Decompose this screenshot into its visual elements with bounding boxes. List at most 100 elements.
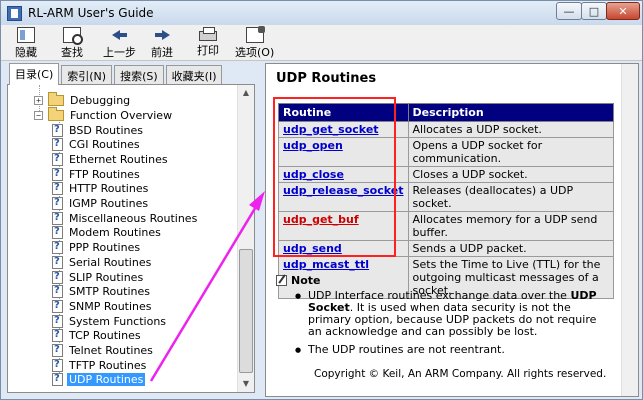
tree-item-label: CGI Routines xyxy=(69,138,140,152)
tree-scrollbar[interactable]: ▲ ▼ xyxy=(237,85,254,392)
tree-item-label: HTTP Routines xyxy=(69,182,149,196)
collapse-toggle[interactable]: − xyxy=(34,110,43,120)
tree-item[interactable]: System Functions xyxy=(52,314,168,328)
print-button[interactable]: 打印 xyxy=(197,27,219,58)
tree-folder-function-overview[interactable]: − Function Overview xyxy=(34,106,174,122)
help-page-icon xyxy=(52,285,63,299)
tab-index[interactable]: 索引(N) xyxy=(61,65,113,85)
help-page-icon xyxy=(52,314,63,328)
folder-icon xyxy=(48,91,64,106)
tree-item-label: SMTP Routines xyxy=(69,285,151,299)
tree-item[interactable]: CGI Routines xyxy=(52,138,142,152)
routine-description: Opens a UDP socket for communication. xyxy=(407,137,614,167)
help-page-icon xyxy=(52,270,63,284)
hide-label: 隐藏 xyxy=(15,46,37,59)
find-button[interactable]: 查找 xyxy=(61,27,83,60)
minimize-button[interactable]: — xyxy=(556,2,582,20)
tree-item[interactable]: UDP Routines xyxy=(52,373,146,387)
tree-item[interactable]: HTTP Routines xyxy=(52,182,150,196)
note-list: UDP Interface routines exchange data ove… xyxy=(294,290,612,362)
help-page-icon xyxy=(52,211,63,225)
routine-description: Allocates a UDP socket. xyxy=(407,121,614,138)
routine-description: Releases (deallocates) a UDP socket. xyxy=(407,182,614,212)
tree-item-label: PPP Routines xyxy=(69,241,141,255)
tree-item[interactable]: Modem Routines xyxy=(52,226,163,240)
tab-contents[interactable]: 目录(C) xyxy=(9,63,60,85)
tree-item[interactable]: PPP Routines xyxy=(52,241,142,255)
help-page-icon xyxy=(52,182,63,196)
maximize-button[interactable]: □ xyxy=(581,2,607,20)
tree-folder-debugging[interactable]: + Debugging xyxy=(34,91,132,107)
help-page-icon xyxy=(52,329,63,343)
tree-item-label: Modem Routines xyxy=(69,226,161,240)
tab-search[interactable]: 搜索(S) xyxy=(114,65,164,85)
scroll-thumb[interactable] xyxy=(239,249,253,373)
tree-item-label: SNMP Routines xyxy=(69,299,152,313)
routine-link[interactable]: udp_mcast_ttl xyxy=(283,258,369,271)
tree-item-label: Ethernet Routines xyxy=(69,152,168,166)
tree-item[interactable]: TFTP Routines xyxy=(52,358,148,372)
routine-description: Allocates memory for a UDP send buffer. xyxy=(407,211,614,241)
help-page-icon xyxy=(52,344,63,357)
close-button[interactable]: ✕ xyxy=(606,2,640,20)
help-page-icon xyxy=(52,197,63,210)
hide-icon xyxy=(17,27,35,43)
tree-item-label: System Functions xyxy=(69,314,167,328)
tab-favorites[interactable]: 收藏夹(I) xyxy=(165,65,223,85)
back-icon xyxy=(111,27,129,43)
hide-button[interactable]: 隐藏 xyxy=(15,27,37,60)
find-icon xyxy=(63,27,83,45)
help-page-icon xyxy=(52,299,63,313)
table-header-description: Description xyxy=(407,103,614,122)
expand-toggle[interactable]: + xyxy=(34,95,43,105)
title-bar[interactable]: RL-ARM User's Guide — □ ✕ xyxy=(1,1,642,25)
note-heading: Note xyxy=(276,274,320,287)
tree-item[interactable]: IGMP Routines xyxy=(52,197,150,211)
back-label: 上一步 xyxy=(103,46,136,59)
help-app-icon xyxy=(7,5,22,21)
tree-item[interactable]: TCP Routines xyxy=(52,329,143,343)
note-item: The UDP routines are not reentrant. xyxy=(294,344,612,357)
tree-item-label: SLIP Routines xyxy=(69,270,144,284)
tree-item[interactable]: SLIP Routines xyxy=(52,270,145,284)
content-scrollbar[interactable] xyxy=(621,64,638,396)
tree-item[interactable]: SMTP Routines xyxy=(52,285,152,299)
print-label: 打印 xyxy=(197,44,219,57)
tree-item[interactable]: Miscellaneous Routines xyxy=(52,211,199,225)
annotation-highlight-box xyxy=(273,97,396,257)
open-folder-icon xyxy=(48,106,64,121)
tree-item[interactable]: BSD Routines xyxy=(52,123,145,137)
forward-button[interactable]: 前进 xyxy=(151,27,173,60)
help-page-icon xyxy=(52,241,63,255)
tree-item[interactable]: Serial Routines xyxy=(52,255,153,269)
back-button[interactable]: 上一步 xyxy=(103,27,136,60)
contents-tree: + Debugging − Function Overview BSD Rout… xyxy=(7,84,255,393)
tree-item-label: IGMP Routines xyxy=(69,197,149,210)
tree-item[interactable]: FTP Routines xyxy=(52,167,142,181)
options-icon xyxy=(245,26,265,43)
help-page-icon xyxy=(52,255,63,269)
tree-item-label: Serial Routines xyxy=(69,255,152,269)
help-page-icon xyxy=(52,167,63,181)
scroll-up-icon[interactable]: ▲ xyxy=(240,86,252,100)
tree-item-label: Telnet Routines xyxy=(69,344,153,357)
note-title: Note xyxy=(291,274,321,287)
routine-description: Closes a UDP socket. xyxy=(407,166,614,183)
print-icon xyxy=(199,27,217,41)
help-page-icon xyxy=(52,152,63,166)
tree-item-label: FTP Routines xyxy=(69,167,140,181)
navigation-pane: 目录(C) 索引(N) 搜索(S) 收藏夹(I) + Debugging − F… xyxy=(7,63,255,393)
scroll-down-icon[interactable]: ▼ xyxy=(240,377,252,391)
copyright-text: Copyright © Keil, An ARM Company. All ri… xyxy=(314,368,607,380)
forward-label: 前进 xyxy=(151,46,173,59)
tree-item[interactable]: Telnet Routines xyxy=(52,344,155,358)
tree-folder-label: Function Overview xyxy=(70,108,173,122)
help-page-icon xyxy=(52,138,63,152)
toolbar: 隐藏 查找 上一步 前进 打印 选项(O) xyxy=(1,25,642,61)
tree-item[interactable]: Ethernet Routines xyxy=(52,152,170,166)
tree-item-label: TCP Routines xyxy=(69,329,141,343)
help-page-icon xyxy=(52,123,63,137)
navigation-tabs: 目录(C) 索引(N) 搜索(S) 收藏夹(I) xyxy=(9,63,224,85)
tree-item[interactable]: SNMP Routines xyxy=(52,299,154,313)
options-button[interactable]: 选项(O) xyxy=(235,26,274,60)
